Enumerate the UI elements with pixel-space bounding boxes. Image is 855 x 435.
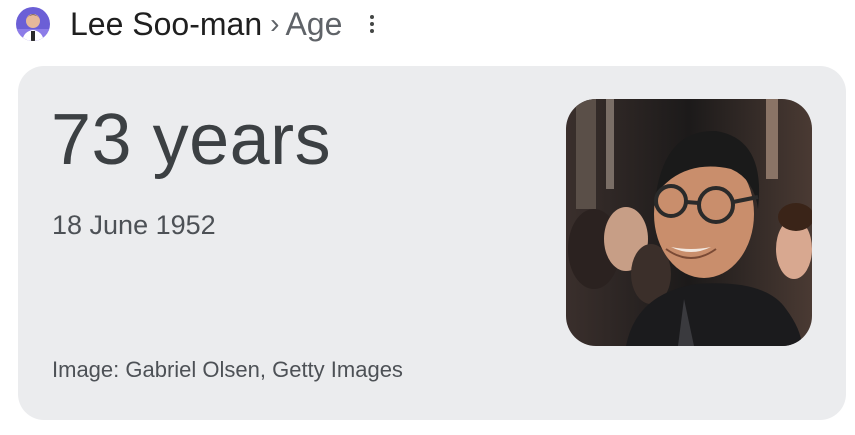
breadcrumb: Lee Soo-man › Age	[16, 4, 382, 44]
answer-card: 73 years 18 June 1952 Image: Gabriel Ols…	[18, 66, 846, 420]
breadcrumb-attribute: Age	[285, 5, 343, 42]
birth-date: 18 June 1952	[52, 210, 216, 240]
breadcrumb-separator: ›	[270, 8, 280, 39]
age-value: 73 years	[51, 100, 332, 180]
breadcrumb-entity-link[interactable]: Lee Soo-man	[70, 6, 262, 43]
image-credit: Image: Gabriel Olsen, Getty Images	[52, 357, 403, 382]
more-vert-icon[interactable]	[362, 9, 382, 39]
avatar[interactable]	[16, 7, 50, 41]
person-photo[interactable]	[566, 99, 812, 346]
